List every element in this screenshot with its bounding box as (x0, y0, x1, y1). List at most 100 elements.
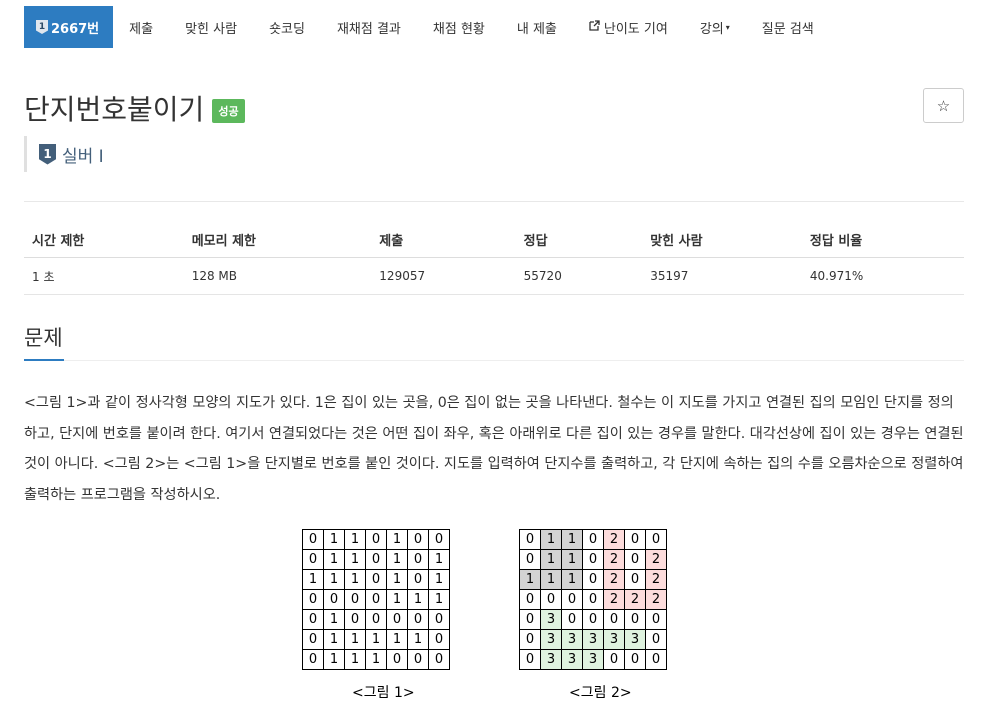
grid-cell: 0 (624, 569, 646, 590)
grid-cell: 2 (645, 549, 667, 570)
nav-problem-number-label: 2667번 (51, 21, 100, 37)
grid-cell: 0 (582, 549, 604, 570)
grid-cell: 1 (344, 569, 366, 590)
grid-cell: 3 (540, 629, 562, 650)
grid-cell: 0 (407, 529, 429, 550)
grid-cell: 0 (519, 529, 541, 550)
section-divider (64, 360, 964, 361)
nav-difficulty-contribution[interactable]: 난이도 기여 (573, 6, 684, 48)
section-title-problem: 문제 (24, 326, 63, 350)
header-solved-users: 맞힌 사람 (642, 221, 802, 258)
header-submissions: 제출 (371, 221, 516, 258)
grid-cell: 3 (561, 629, 583, 650)
grid-cell: 1 (386, 529, 408, 550)
grid-cell: 2 (603, 589, 625, 610)
nav-lectures-dropdown[interactable]: 강의 ▾ (684, 6, 746, 48)
nav-submit[interactable]: 제출 (113, 6, 169, 48)
grid-cell: 3 (540, 649, 562, 670)
grid-cell: 0 (302, 629, 324, 650)
tier-shield-icon: 1 (39, 143, 56, 165)
grid-row: 0000111 (302, 589, 450, 610)
nav-problem-number[interactable]: 1 2667번 (24, 6, 114, 48)
grid-cell: 0 (624, 549, 646, 570)
header-memory-limit: 메모리 제한 (183, 221, 372, 258)
nav-my-submissions[interactable]: 내 제출 (501, 6, 573, 48)
header-accept-ratio: 정답 비율 (801, 221, 964, 258)
value-time-limit: 1 초 (24, 257, 184, 295)
grid-row: 0110101 (302, 549, 450, 570)
grid-cell: 1 (323, 609, 345, 630)
grid-cell: 3 (582, 649, 604, 670)
grid-cell: 0 (561, 589, 583, 610)
grid-cell: 0 (302, 589, 324, 610)
table-header-row: 시간 제한 메모리 제한 제출 정답 맞힌 사람 정답 비율 (24, 221, 964, 258)
figure-1-caption: <그림 1> (352, 685, 415, 701)
nav-rejudge-results[interactable]: 재채점 결과 (321, 6, 417, 48)
grid-cell: 2 (603, 529, 625, 550)
grid-cell: 1 (323, 629, 345, 650)
external-link-icon (589, 20, 600, 34)
grid-row: 1110101 (302, 569, 450, 590)
grid-cell: 1 (519, 569, 541, 590)
grid-cell: 0 (519, 589, 541, 610)
grid-cell: 0 (344, 609, 366, 630)
grid-cell: 0 (302, 649, 324, 670)
grid-row: 0111110 (302, 629, 450, 650)
tier-label[interactable]: 실버 I (62, 142, 104, 167)
header-accepted: 정답 (515, 221, 643, 258)
figure-1-grid: 0110100011010111101010000111010000001111… (302, 529, 450, 670)
grid-cell: 0 (302, 549, 324, 570)
grid-cell: 1 (323, 529, 345, 550)
nav-lectures-label: 강의 (699, 21, 724, 37)
grid-cell: 3 (561, 649, 583, 670)
grid-cell: 0 (645, 629, 667, 650)
grid-cell: 1 (386, 569, 408, 590)
grid-cell: 0 (428, 629, 450, 650)
grid-cell: 0 (386, 649, 408, 670)
title-row: 단지번호붙이기 성공 (24, 88, 245, 128)
figure-2-caption: <그림 2> (569, 685, 632, 701)
grid-cell: 2 (645, 589, 667, 610)
status-badge: 성공 (212, 99, 245, 123)
grid-cell: 1 (540, 549, 562, 570)
grid-cell: 1 (540, 529, 562, 550)
grid-cell: 1 (540, 569, 562, 590)
grid-cell: 0 (365, 589, 387, 610)
grid-cell: 2 (624, 589, 646, 610)
nav-question-search[interactable]: 질문 검색 (746, 6, 830, 48)
grid-cell: 1 (323, 549, 345, 570)
grid-row: 1110202 (519, 569, 667, 590)
figure-2-grid: 0110200011020211102020000222030000003333… (519, 529, 667, 670)
divider (24, 201, 964, 202)
grid-cell: 0 (344, 589, 366, 610)
grid-cell: 2 (603, 569, 625, 590)
nav-judge-status[interactable]: 채점 현황 (417, 6, 501, 48)
grid-row: 0111000 (302, 649, 450, 670)
problem-description: <그림 1>과 같이 정사각형 모양의 지도가 있다. 1은 집이 있는 곳을,… (24, 395, 964, 503)
grid-cell: 1 (386, 629, 408, 650)
value-accept-ratio: 40.971% (801, 257, 964, 295)
favorite-star-button[interactable]: ☆ (923, 88, 964, 123)
grid-cell: 0 (428, 649, 450, 670)
star-icon: ☆ (936, 96, 951, 115)
grid-cell: 0 (624, 649, 646, 670)
grid-row: 0100000 (302, 609, 450, 630)
grid-cell: 1 (302, 569, 324, 590)
grid-row: 0300000 (519, 609, 667, 630)
grid-cell: 1 (428, 589, 450, 610)
grid-cell: 1 (365, 649, 387, 670)
grid-cell: 0 (302, 609, 324, 630)
chevron-down-icon: ▾ (725, 22, 730, 32)
grid-cell: 0 (582, 609, 604, 630)
grid-cell: 0 (519, 629, 541, 650)
grid-cell: 0 (561, 609, 583, 630)
grid-cell: 0 (407, 549, 429, 570)
nav-solved-users[interactable]: 맞힌 사람 (169, 6, 253, 48)
nav-short-coding[interactable]: 숏코딩 (253, 6, 321, 48)
grid-cell: 0 (603, 609, 625, 630)
grid-cell: 0 (407, 569, 429, 590)
grid-cell: 1 (386, 549, 408, 570)
grid-cell: 1 (407, 589, 429, 610)
grid-cell: 0 (519, 549, 541, 570)
grid-cell: 0 (428, 609, 450, 630)
